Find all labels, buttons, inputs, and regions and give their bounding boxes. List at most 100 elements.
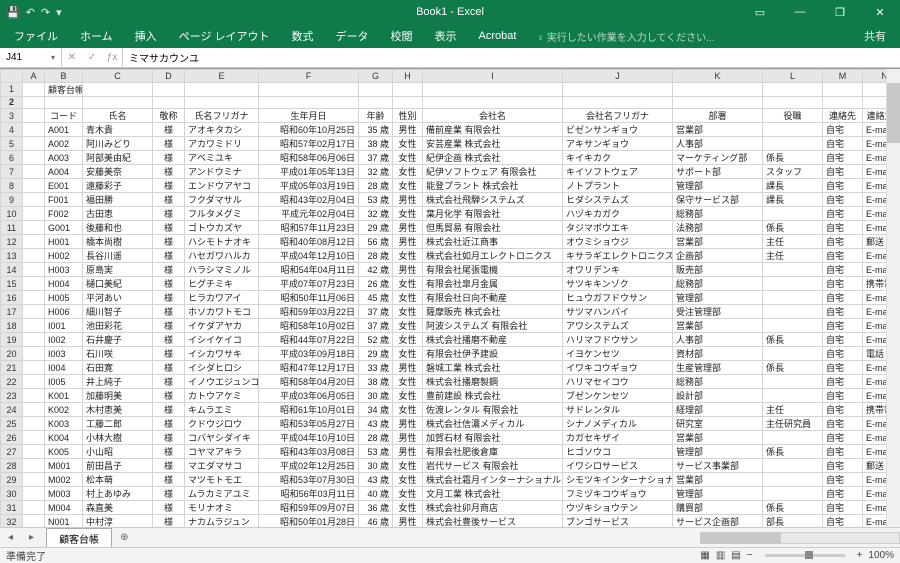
row-header[interactable]: 10 bbox=[1, 207, 23, 221]
cell[interactable]: K005 bbox=[45, 445, 83, 459]
cell[interactable]: 自宅 bbox=[823, 277, 863, 291]
chevron-down-icon[interactable]: ▾ bbox=[51, 53, 55, 62]
cell[interactable]: 様 bbox=[153, 417, 185, 431]
cell[interactable]: 昭和58年04月20日 bbox=[259, 375, 359, 389]
row-header[interactable]: 18 bbox=[1, 319, 23, 333]
cell[interactable]: 主任 bbox=[763, 235, 823, 249]
cell[interactable]: 様 bbox=[153, 487, 185, 501]
cell[interactable]: ヒュウガフドウサン bbox=[563, 291, 673, 305]
cell[interactable]: 株式会社播磨不動産 bbox=[423, 333, 563, 347]
row-header[interactable]: 21 bbox=[1, 361, 23, 375]
cell[interactable]: ウヅキショウテン bbox=[563, 501, 673, 515]
cell[interactable]: ヒゴソウコ bbox=[563, 445, 673, 459]
cell[interactable]: 古田恵 bbox=[83, 207, 153, 221]
cell[interactable]: 株式会社霜月インターナショナル bbox=[423, 473, 563, 487]
cell[interactable] bbox=[763, 123, 823, 137]
cell[interactable] bbox=[763, 263, 823, 277]
column-header-cell[interactable]: 生年月日 bbox=[259, 109, 359, 123]
cell[interactable]: オワリデンキ bbox=[563, 263, 673, 277]
cell[interactable]: 自宅 bbox=[823, 193, 863, 207]
zoom-slider[interactable] bbox=[765, 554, 845, 557]
cell[interactable]: 様 bbox=[153, 501, 185, 515]
cell[interactable]: 女性 bbox=[393, 501, 423, 515]
cell[interactable]: 昭和53年05月27日 bbox=[259, 417, 359, 431]
cell[interactable]: フルタメグミ bbox=[185, 207, 259, 221]
cell[interactable] bbox=[763, 459, 823, 473]
cell[interactable]: 様 bbox=[153, 347, 185, 361]
cell[interactable]: 総務部 bbox=[673, 277, 763, 291]
cell[interactable]: 総務部 bbox=[673, 207, 763, 221]
cell[interactable]: 株式会社卯月商店 bbox=[423, 501, 563, 515]
cell[interactable]: I001 bbox=[45, 319, 83, 333]
row-header[interactable]: 6 bbox=[1, 151, 23, 165]
cell[interactable]: 平成03年09月18日 bbox=[259, 347, 359, 361]
cell[interactable]: 様 bbox=[153, 193, 185, 207]
cell[interactable]: 女性 bbox=[393, 277, 423, 291]
cell[interactable]: 管理部 bbox=[673, 179, 763, 193]
cell[interactable]: 昭和54年04月11日 bbox=[259, 263, 359, 277]
cell[interactable]: 営業部 bbox=[673, 235, 763, 249]
cell[interactable]: 28 歳 bbox=[359, 249, 393, 263]
cell[interactable]: 53 歳 bbox=[359, 193, 393, 207]
page-break-view-icon[interactable]: ▤ bbox=[731, 550, 740, 561]
cell[interactable]: 女性 bbox=[393, 459, 423, 473]
cell[interactable]: 昭和57年11月23日 bbox=[259, 221, 359, 235]
row-header[interactable]: 3 bbox=[1, 109, 23, 123]
cell[interactable]: 株式会社飛騨システムズ bbox=[423, 193, 563, 207]
cell[interactable]: 人事部 bbox=[673, 333, 763, 347]
cell[interactable]: 自宅 bbox=[823, 431, 863, 445]
cell[interactable]: 葉月化学 有限会社 bbox=[423, 207, 563, 221]
row-header[interactable]: 4 bbox=[1, 123, 23, 137]
cell[interactable]: 平成02年12月25日 bbox=[259, 459, 359, 473]
cell[interactable]: ムラカミアユミ bbox=[185, 487, 259, 501]
sheet-nav-next-icon[interactable]: ▸ bbox=[21, 532, 42, 543]
cell[interactable]: 37 歳 bbox=[359, 305, 393, 319]
column-header-cell[interactable]: 年齢 bbox=[359, 109, 393, 123]
cell[interactable]: 加賀石材 有限会社 bbox=[423, 431, 563, 445]
cell[interactable]: G001 bbox=[45, 221, 83, 235]
cell[interactable]: 保守サービス部 bbox=[673, 193, 763, 207]
cell[interactable]: タジマボウエキ bbox=[563, 221, 673, 235]
cell[interactable]: 自宅 bbox=[823, 151, 863, 165]
cell[interactable]: 長谷川遥 bbox=[83, 249, 153, 263]
cell[interactable] bbox=[763, 347, 823, 361]
cell[interactable]: 井上純子 bbox=[83, 375, 153, 389]
tell-me-input[interactable]: ♀ 実行したい作業を入力してください... bbox=[536, 29, 714, 44]
cell[interactable] bbox=[763, 389, 823, 403]
cell[interactable]: 自宅 bbox=[823, 417, 863, 431]
cell[interactable]: 阿川みどり bbox=[83, 137, 153, 151]
cell[interactable]: I003 bbox=[45, 347, 83, 361]
cell[interactable]: 営業部 bbox=[673, 473, 763, 487]
cell[interactable]: H006 bbox=[45, 305, 83, 319]
col-header[interactable]: G bbox=[359, 70, 393, 83]
cell[interactable]: 石川咲 bbox=[83, 347, 153, 361]
cell[interactable]: シナノメディカル bbox=[563, 417, 673, 431]
cell[interactable] bbox=[763, 305, 823, 319]
cell[interactable]: 営業部 bbox=[673, 123, 763, 137]
cell[interactable]: 有限会社尾張電機 bbox=[423, 263, 563, 277]
row-header[interactable]: 30 bbox=[1, 487, 23, 501]
cell[interactable]: 様 bbox=[153, 389, 185, 403]
cell[interactable]: ゴトウカズヤ bbox=[185, 221, 259, 235]
cell[interactable]: 様 bbox=[153, 277, 185, 291]
cell[interactable]: A004 bbox=[45, 165, 83, 179]
cell[interactable]: コヤマアキラ bbox=[185, 445, 259, 459]
cell[interactable]: 文月工業 株式会社 bbox=[423, 487, 563, 501]
column-header-cell[interactable]: 会社名 bbox=[423, 109, 563, 123]
cell[interactable]: 平河あい bbox=[83, 291, 153, 305]
cell[interactable]: 自宅 bbox=[823, 319, 863, 333]
cell[interactable]: K003 bbox=[45, 417, 83, 431]
cell[interactable]: 課長 bbox=[763, 193, 823, 207]
cell[interactable]: M003 bbox=[45, 487, 83, 501]
cell[interactable]: 平成05年03月19日 bbox=[259, 179, 359, 193]
col-header[interactable]: K bbox=[673, 70, 763, 83]
cell[interactable]: 女性 bbox=[393, 347, 423, 361]
cell[interactable]: 管理部 bbox=[673, 291, 763, 305]
cell[interactable]: 様 bbox=[153, 459, 185, 473]
cell[interactable]: 様 bbox=[153, 319, 185, 333]
cell[interactable]: 自宅 bbox=[823, 249, 863, 263]
cell[interactable]: 係長 bbox=[763, 333, 823, 347]
tab-view[interactable]: 表示 bbox=[425, 24, 467, 48]
cell[interactable]: 石井慶子 bbox=[83, 333, 153, 347]
cell[interactable]: 男性 bbox=[393, 417, 423, 431]
